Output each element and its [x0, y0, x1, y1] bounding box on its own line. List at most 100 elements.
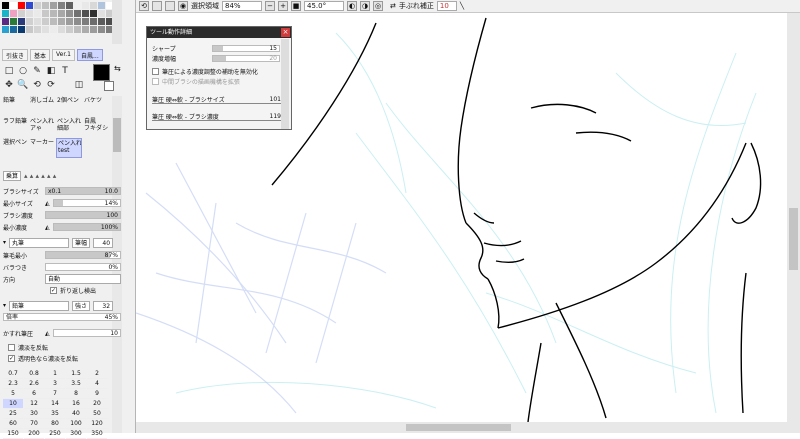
size-preset[interactable]: 250: [45, 429, 65, 439]
size-preset[interactable]: 350: [87, 429, 107, 439]
horizontal-scroll-thumb[interactable]: [406, 424, 511, 431]
color-swatch[interactable]: [98, 26, 105, 33]
size-preset[interactable]: 30: [24, 409, 44, 419]
custom-tool[interactable]: 選択ペン: [2, 138, 28, 158]
disable-pressure-checkbox[interactable]: [152, 68, 159, 75]
size-preset[interactable]: 7: [45, 389, 65, 399]
size-preset[interactable]: 9: [87, 389, 107, 399]
tool-button-icon[interactable]: ⟲: [31, 79, 43, 91]
color-swatch[interactable]: [26, 26, 33, 33]
magnification-slider[interactable]: 倍率 45%: [3, 313, 121, 321]
size-preset[interactable]: 0.7: [3, 369, 23, 379]
tool-button-icon[interactable]: ◫: [73, 79, 85, 91]
custom-tool[interactable]: ペン入れ アゃ: [29, 117, 55, 137]
color-swatch[interactable]: [42, 10, 49, 17]
size-preset[interactable]: 14: [45, 399, 65, 409]
color-swatch[interactable]: [82, 18, 89, 25]
direction-select[interactable]: 自動: [45, 274, 121, 284]
variation-slider[interactable]: 0%: [45, 263, 121, 271]
color-swatch[interactable]: [50, 10, 57, 17]
size-preset[interactable]: 70: [24, 419, 44, 429]
size-preset[interactable]: 1: [45, 369, 65, 379]
size-preset[interactable]: 40: [66, 409, 86, 419]
size-preset[interactable]: 12: [24, 399, 44, 409]
stabilizer-select[interactable]: 10: [436, 1, 457, 11]
size-preset[interactable]: 35: [45, 409, 65, 419]
custom-tool[interactable]: ペン入れ test: [56, 138, 82, 158]
custom-tool[interactable]: ラフ鉛筆: [2, 117, 28, 137]
color-swatch[interactable]: [98, 10, 105, 17]
color-swatch[interactable]: [26, 10, 33, 17]
undo-icon[interactable]: ⟲: [139, 1, 149, 11]
color-swatch[interactable]: [10, 18, 17, 25]
color-swatch[interactable]: [90, 10, 97, 17]
size-preset[interactable]: 3: [45, 379, 65, 389]
min-size-slider[interactable]: 14%: [53, 199, 121, 207]
zoom-field[interactable]: 84%: [222, 1, 262, 11]
min-density-slider[interactable]: 100%: [53, 223, 121, 231]
color-swatch[interactable]: [2, 2, 9, 9]
color-swatch[interactable]: [42, 2, 49, 9]
color-swatch[interactable]: [58, 10, 65, 17]
vertical-scroll-thumb[interactable]: [789, 208, 798, 270]
color-swatch[interactable]: [90, 18, 97, 25]
tool-button-icon[interactable]: 🔍: [17, 79, 29, 91]
color-swatch[interactable]: [26, 18, 33, 25]
shape2-select[interactable]: 鉛筆: [9, 300, 70, 311]
custom-tool[interactable]: 2個ペン: [56, 96, 82, 116]
shape1-width-value[interactable]: 40: [93, 237, 114, 248]
size-preset[interactable]: 8: [66, 389, 86, 399]
color-swatch[interactable]: [10, 2, 17, 9]
pen-icon[interactable]: ╲: [460, 2, 464, 10]
color-swatch[interactable]: [50, 2, 57, 9]
sharp-slider[interactable]: 15: [212, 45, 280, 52]
size-preset[interactable]: 3.5: [66, 379, 86, 389]
density-curve-row[interactable]: 筆圧 硬⇔軟 - ブラシ濃度 119: [152, 112, 281, 121]
size-preset[interactable]: 5: [3, 389, 23, 399]
tool-button-icon[interactable]: ✥: [3, 79, 15, 91]
tool-tab[interactable]: 自鳳...: [77, 49, 103, 61]
size-preset[interactable]: 4: [87, 379, 107, 389]
density-gain-slider[interactable]: 20: [212, 55, 280, 62]
size-preset[interactable]: 200: [24, 429, 44, 439]
rotate-right-button[interactable]: ◑: [360, 1, 370, 11]
primary-color[interactable]: [93, 64, 110, 81]
color-swatch[interactable]: [34, 18, 41, 25]
brush-size-slider[interactable]: x0.1 10.0: [45, 187, 121, 195]
color-swatch[interactable]: [66, 2, 73, 9]
tool-tab[interactable]: 基本: [30, 49, 51, 61]
color-swatch[interactable]: [98, 18, 105, 25]
redo-icon[interactable]: [152, 1, 162, 11]
color-swatch[interactable]: [58, 2, 65, 9]
panel-title[interactable]: ツール動作詳細: [147, 27, 291, 38]
color-swatch[interactable]: [42, 26, 49, 33]
rotate-field[interactable]: 45.0°: [304, 1, 344, 11]
color-swatch[interactable]: [18, 10, 25, 17]
color-swatch[interactable]: [18, 26, 25, 33]
tool-button-icon[interactable]: ○: [17, 65, 29, 77]
color-swatch[interactable]: [82, 2, 89, 9]
color-swatch[interactable]: [18, 2, 25, 9]
pressure-icon[interactable]: ◭: [45, 330, 53, 337]
rotate-left-button[interactable]: ◐: [347, 1, 357, 11]
transparent-density-checkbox[interactable]: ✓: [8, 355, 15, 362]
color-swatch[interactable]: [34, 10, 41, 17]
custom-tool[interactable]: バケツ: [83, 96, 109, 116]
tool-button-icon[interactable]: □: [3, 65, 15, 77]
color-swatch[interactable]: [50, 26, 57, 33]
pressure-icon[interactable]: ◭: [45, 200, 53, 207]
color-swatch[interactable]: [58, 26, 65, 33]
size-preset[interactable]: 2.6: [24, 379, 44, 389]
color-swatch[interactable]: [74, 26, 81, 33]
invert-density-checkbox[interactable]: [8, 344, 15, 351]
blend-mode-select[interactable]: 乗算: [3, 170, 22, 181]
flip-icon[interactable]: ⇄: [390, 2, 396, 10]
shape2-strength-value[interactable]: 32: [93, 300, 114, 311]
color-swatch[interactable]: [82, 10, 89, 17]
size-preset[interactable]: 6: [24, 389, 44, 399]
zoom-out-button[interactable]: −: [265, 1, 275, 11]
tool-button-icon[interactable]: ◧: [45, 65, 57, 77]
size-preset[interactable]: 50: [87, 409, 107, 419]
color-swatch[interactable]: [58, 18, 65, 25]
zoom-reset-button[interactable]: ■: [291, 1, 301, 11]
